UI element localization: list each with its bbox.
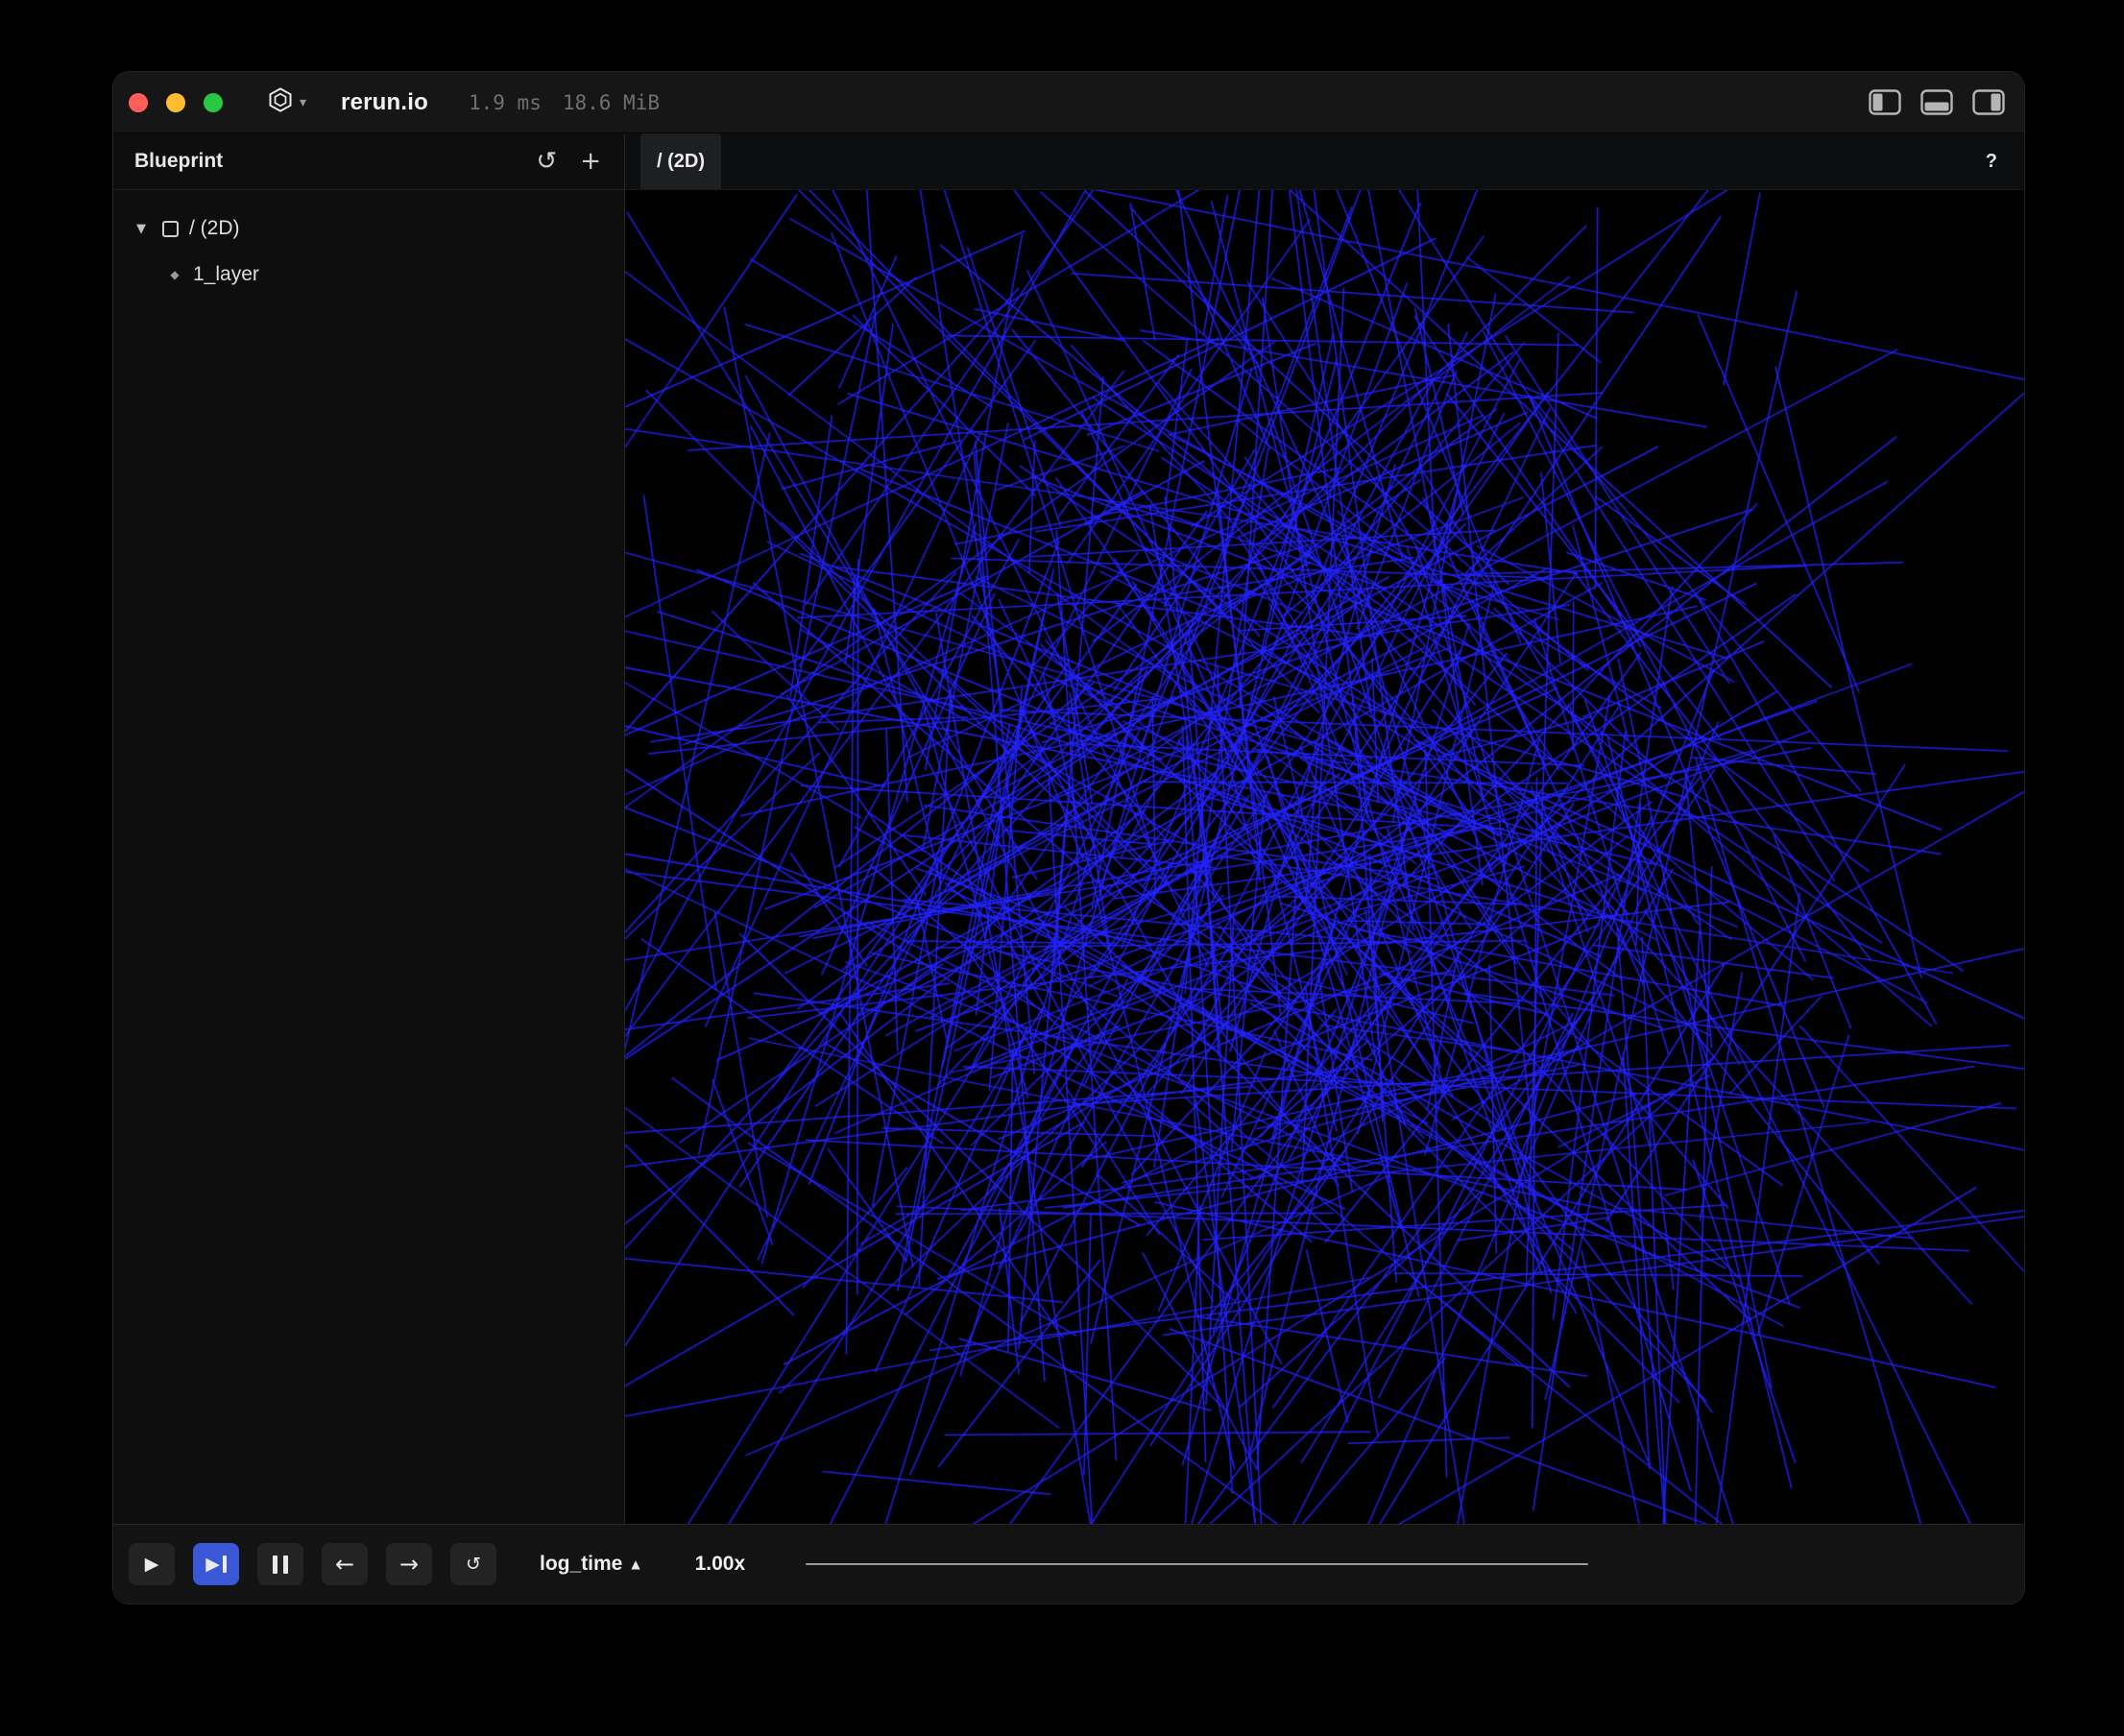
arrow-right-icon: → xyxy=(399,1551,419,1578)
toggle-bottom-panel-icon[interactable] xyxy=(1920,89,1953,115)
tree-item-1-layer[interactable]: ◆ 1_layer xyxy=(113,252,624,298)
blueprint-title: Blueprint xyxy=(134,150,223,173)
timeline-track[interactable] xyxy=(806,1563,1588,1565)
tree-item-root-2d[interactable]: ▼ / (2D) xyxy=(113,205,624,252)
close-window-button[interactable] xyxy=(129,93,148,112)
viewport-canvas[interactable] xyxy=(625,190,2024,1524)
pause-icon xyxy=(273,1555,288,1574)
sort-up-icon: ▲ xyxy=(631,1557,640,1571)
blueprint-panel: Blueprint ↺ + ▼ / (2D) ◆ 1_layer xyxy=(113,133,625,1524)
step-forward-button[interactable]: ▶ xyxy=(193,1543,239,1585)
view-2d-icon xyxy=(162,221,179,237)
entity-icon: ◆ xyxy=(167,268,182,281)
step-back-frame-button[interactable]: ← xyxy=(322,1543,368,1585)
content-area: Blueprint ↺ + ▼ / (2D) ◆ 1_layer xyxy=(113,133,2024,1524)
rerun-menu-button[interactable]: ▾ xyxy=(267,86,306,118)
pause-button[interactable] xyxy=(257,1543,303,1585)
time-panel: ▶ ▶ ← → ↺ log_time ▲ 1.00x xyxy=(113,1524,2024,1603)
timeline-selector[interactable]: log_time ▲ xyxy=(540,1553,640,1576)
help-button[interactable]: ? xyxy=(1986,151,1997,173)
add-view-button[interactable]: + xyxy=(580,149,601,174)
play-icon: ▶ xyxy=(145,1554,159,1575)
toggle-right-panel-icon[interactable] xyxy=(1972,89,2005,115)
memory-value: 18.6 MiB xyxy=(563,91,660,114)
loop-button[interactable]: ↺ xyxy=(450,1543,496,1585)
playback-speed[interactable]: 1.00x xyxy=(695,1553,746,1576)
tab-2d-view[interactable]: / (2D) xyxy=(640,133,721,189)
timeline-name-label: log_time xyxy=(540,1553,622,1576)
step-forward-frame-button[interactable]: → xyxy=(386,1543,432,1585)
blueprint-header: Blueprint ↺ + xyxy=(113,133,624,190)
arrow-left-icon: ← xyxy=(335,1551,354,1578)
traffic-lights xyxy=(129,93,223,112)
resource-stats: 1.9 ms 18.6 MiB xyxy=(469,91,660,114)
rerun-logo-icon xyxy=(267,86,294,118)
rerun-window: ▾ rerun.io 1.9 ms 18.6 MiB xyxy=(113,72,2024,1603)
blueprint-tree: ▼ / (2D) ◆ 1_layer xyxy=(113,190,624,298)
tree-item-label: / (2D) xyxy=(189,217,240,240)
reset-blueprint-button[interactable]: ↺ xyxy=(536,149,557,174)
play-button[interactable]: ▶ xyxy=(129,1543,175,1585)
viewport-area: / (2D) ? xyxy=(625,133,2024,1524)
loop-icon: ↺ xyxy=(466,1554,481,1575)
titlebar: ▾ rerun.io 1.9 ms 18.6 MiB xyxy=(113,72,2024,133)
zoom-window-button[interactable] xyxy=(204,93,223,112)
disclosure-triangle-icon[interactable]: ▼ xyxy=(136,222,152,236)
step-forward-icon: ▶ xyxy=(205,1554,220,1575)
tree-item-label: 1_layer xyxy=(193,263,259,286)
view-tabbar: / (2D) ? xyxy=(625,133,2024,190)
panel-toggle-group xyxy=(1869,89,2005,115)
latency-value: 1.9 ms xyxy=(469,91,542,114)
toggle-left-panel-icon[interactable] xyxy=(1869,89,1901,115)
minimize-window-button[interactable] xyxy=(166,93,185,112)
app-title: rerun.io xyxy=(341,89,428,116)
chevron-down-icon: ▾ xyxy=(300,94,306,110)
